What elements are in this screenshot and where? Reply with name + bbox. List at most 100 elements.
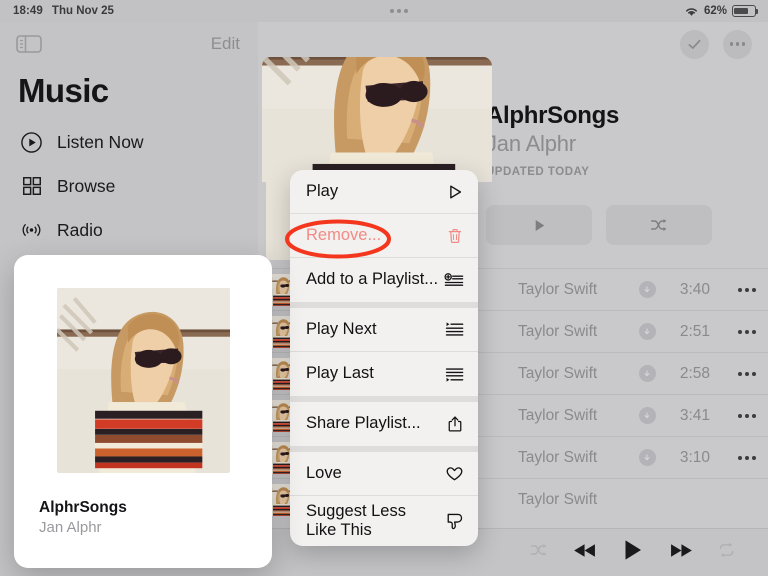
status-bar-time: 18:49	[13, 5, 43, 17]
track-duration: 3:40	[679, 280, 710, 298]
context-menu: Play Remove... Add to a Playlist... Play…	[290, 170, 478, 547]
track-artist: Taylor Swift	[518, 364, 598, 382]
battery-icon	[732, 5, 759, 17]
radio-broadcast-icon	[20, 219, 43, 242]
menu-item-label: Suggest Less Like This	[306, 502, 406, 540]
menu-item-play[interactable]: Play	[290, 170, 478, 214]
track-more-button[interactable]	[710, 329, 756, 334]
playlist-name: AlphrSongs	[486, 102, 619, 129]
status-bar-date: Thu Nov 25	[51, 5, 114, 17]
next-button[interactable]	[668, 542, 693, 564]
drag-card-title: AlphrSongs	[39, 499, 127, 516]
rewind-icon	[574, 543, 595, 557]
download-circle-icon[interactable]	[630, 449, 664, 466]
repeat-button[interactable]	[717, 541, 736, 564]
context-menu-group: Love Suggest Less Like This	[290, 446, 478, 546]
menu-item-label: Play Next	[306, 319, 377, 338]
download-circle-icon[interactable]	[630, 407, 664, 424]
shuffle-icon	[650, 219, 666, 231]
shuffle-icon	[530, 544, 547, 556]
play-triangle-icon	[535, 219, 544, 231]
share-icon	[440, 415, 464, 433]
menu-item-label: Love	[306, 463, 342, 482]
menu-item-play-last[interactable]: Play Last	[290, 352, 478, 396]
fast-forward-icon	[671, 543, 692, 557]
track-duration: 2:51	[679, 322, 710, 340]
track-artist: Taylor Swift	[518, 280, 598, 298]
play-icon	[625, 540, 641, 560]
repeat-icon	[719, 542, 734, 558]
status-bar-right: 62%	[684, 5, 768, 17]
add-to-playlist-icon	[440, 272, 464, 289]
battery-percent-label: 62%	[703, 5, 727, 17]
track-more-button[interactable]	[710, 413, 756, 418]
play-last-icon	[440, 366, 464, 383]
track-artist: Taylor Swift	[518, 448, 598, 466]
ellipsis-icon	[729, 42, 746, 46]
menu-item-label: Share Playlist...	[306, 414, 421, 433]
track-more-button[interactable]	[710, 287, 756, 292]
sidebar-item-browse[interactable]: Browse	[0, 164, 258, 208]
sidebar-item-label: Browse	[57, 175, 116, 196]
sidebar-item-radio[interactable]: Radio	[0, 208, 258, 252]
status-bar: 18:49 Thu Nov 25 62%	[0, 0, 768, 22]
trash-icon	[440, 227, 464, 245]
thumbs-down-icon	[440, 512, 464, 531]
context-menu-preview	[262, 57, 492, 182]
previous-button[interactable]	[573, 542, 598, 564]
sidebar-toggle-icon[interactable]	[16, 34, 42, 54]
menu-item-love[interactable]: Love	[290, 452, 478, 496]
play-button[interactable]	[486, 205, 592, 245]
track-duration: 3:41	[679, 406, 710, 424]
more-options-button[interactable]	[723, 29, 752, 59]
download-circle-icon[interactable]	[630, 365, 664, 382]
menu-item-label: Play	[306, 181, 339, 200]
menu-item-label: Add to a Playlist...	[306, 270, 439, 289]
drag-card-owner: Jan Alphr	[39, 519, 102, 536]
track-more-button[interactable]	[710, 455, 756, 460]
context-menu-group: Play Remove... Add to a Playlist...	[290, 170, 478, 302]
wifi-icon	[684, 6, 699, 17]
menu-item-remove[interactable]: Remove...	[290, 214, 478, 258]
track-duration: 3:10	[679, 448, 710, 466]
download-circle-icon[interactable]	[630, 323, 664, 340]
menu-item-label: Play Last	[306, 364, 374, 383]
menu-item-add-to-playlist[interactable]: Add to a Playlist...	[290, 258, 478, 302]
heart-icon	[440, 465, 464, 482]
playlist-owner: Jan Alphr	[486, 131, 576, 156]
track-artist: Taylor Swift	[518, 322, 598, 340]
sidebar-toolbar: Edit	[0, 22, 258, 66]
sidebar-item-label: Radio	[57, 219, 103, 240]
play-pause-button[interactable]	[622, 538, 644, 567]
playlist-artwork	[57, 288, 230, 473]
shuffle-button[interactable]	[530, 541, 549, 564]
context-menu-group: Play Next Play Last	[290, 302, 478, 396]
track-duration: 2:58	[679, 364, 710, 382]
track-artist: Taylor Swift	[518, 406, 598, 424]
playlist-meta: AlphrSongs Jan Alphr UPDATED TODAY	[454, 72, 712, 260]
menu-item-suggest-less-like-this[interactable]: Suggest Less Like This	[290, 496, 478, 546]
play-outline-icon	[440, 183, 464, 201]
status-bar-center	[114, 9, 684, 13]
drag-preview-card[interactable]: AlphrSongs Jan Alphr	[14, 255, 272, 568]
grid-squares-icon	[20, 175, 43, 198]
multitasking-grabber-icon[interactable]	[389, 9, 408, 13]
context-menu-group: Share Playlist...	[290, 396, 478, 446]
play-next-icon	[440, 321, 464, 338]
edit-button[interactable]: Edit	[211, 34, 240, 54]
playlist-updated-label: UPDATED TODAY	[486, 166, 590, 178]
checkmark-icon[interactable]	[680, 29, 709, 59]
status-bar-left: 18:49 Thu Nov 25	[0, 5, 114, 17]
music-app-window: 18:49 Thu Nov 25 62% Edit Music Listen N…	[0, 0, 768, 576]
playlist-actions	[486, 205, 712, 245]
page-title: Music	[18, 72, 109, 109]
track-artist: Taylor Swift	[518, 490, 598, 508]
track-more-button[interactable]	[710, 371, 756, 376]
menu-item-share-playlist[interactable]: Share Playlist...	[290, 402, 478, 446]
menu-item-play-next[interactable]: Play Next	[290, 308, 478, 352]
sidebar-item-listen-now[interactable]: Listen Now	[0, 120, 258, 164]
shuffle-button[interactable]	[606, 205, 712, 245]
download-circle-icon[interactable]	[630, 281, 664, 298]
menu-item-label: Remove...	[306, 225, 382, 244]
sidebar-item-label: Listen Now	[57, 131, 144, 152]
